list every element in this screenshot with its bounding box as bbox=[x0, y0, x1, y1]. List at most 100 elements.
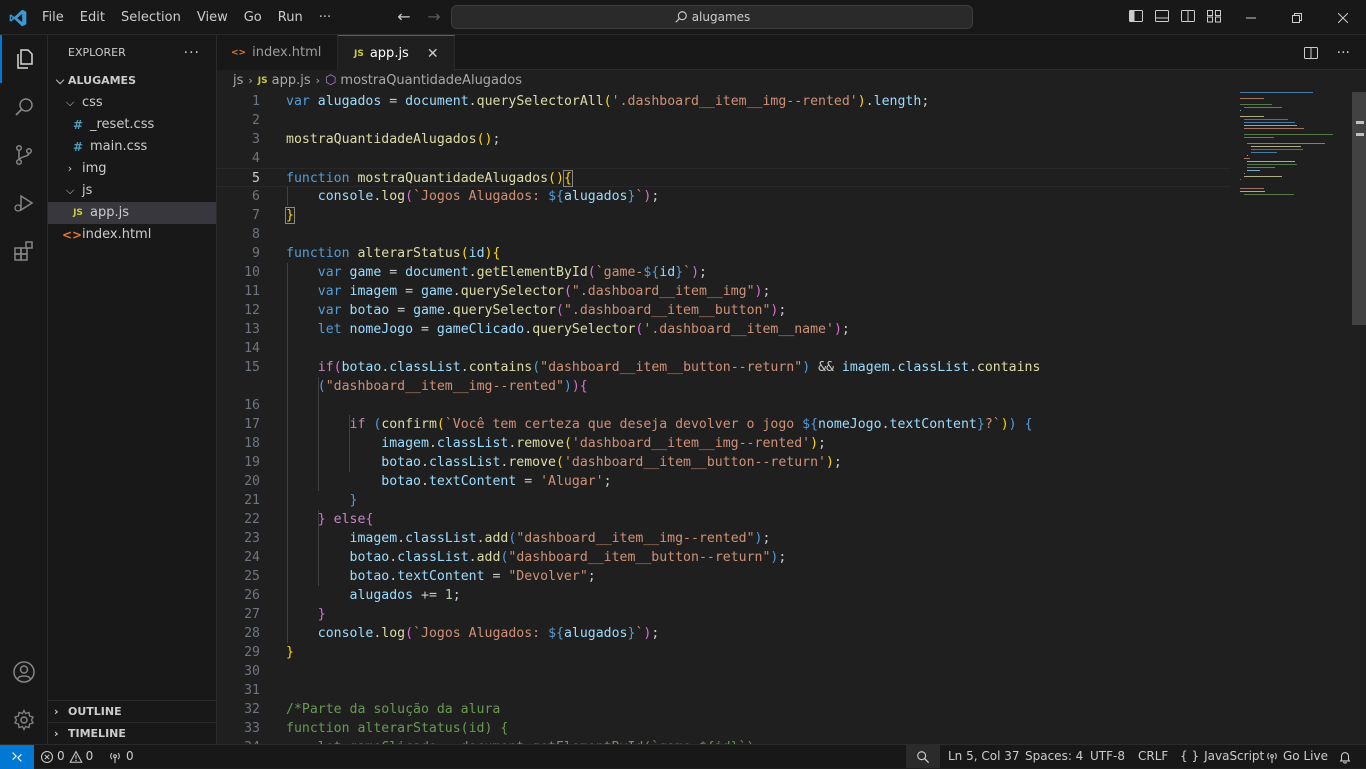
timeline-section[interactable]: › TIMELINE bbox=[48, 722, 217, 745]
minimap-line bbox=[1243, 125, 1297, 126]
breadcrumb-symbol[interactable]: mostraQuantidadeAlugados bbox=[340, 70, 522, 92]
scrollbar-thumb[interactable] bbox=[1352, 92, 1366, 325]
code-editor[interactable]: 1 var alugados = document.querySelectorAl… bbox=[217, 92, 1230, 744]
menu-view[interactable]: View bbox=[189, 0, 236, 35]
menu-more[interactable]: ··· bbox=[311, 0, 339, 35]
breadcrumb-folder[interactable]: js bbox=[233, 70, 243, 92]
toggle-primary-sidebar-icon[interactable] bbox=[1128, 8, 1144, 24]
tree-file-index-html[interactable]: <> index.html bbox=[48, 224, 216, 246]
zoom-indicator[interactable] bbox=[906, 745, 940, 768]
accounts-activity[interactable] bbox=[0, 648, 48, 696]
menu-edit[interactable]: Edit bbox=[72, 0, 113, 35]
customize-layout-icon[interactable] bbox=[1206, 8, 1222, 24]
code-line[interactable]: 5 function mostraQuantidadeAlugados(){ bbox=[217, 168, 1230, 187]
toggle-panel-icon[interactable] bbox=[1154, 8, 1170, 24]
code-line[interactable]: 8 bbox=[217, 225, 1230, 244]
tree-folder-css[interactable]: ⌵ css bbox=[48, 92, 216, 114]
explorer-activity[interactable] bbox=[0, 35, 48, 83]
split-editor-icon[interactable] bbox=[1303, 45, 1319, 61]
encoding[interactable]: UTF-8 bbox=[1090, 745, 1125, 768]
code-line[interactable]: 24 botao.classList.add("dashboard__item_… bbox=[217, 548, 1230, 567]
code-line[interactable]: 30 bbox=[217, 662, 1230, 681]
menu-go[interactable]: Go bbox=[236, 0, 270, 35]
code-line[interactable]: 23 imagem.classList.add("dashboard__item… bbox=[217, 529, 1230, 548]
close-tab-icon[interactable]: ✕ bbox=[427, 46, 439, 62]
restore-button[interactable] bbox=[1274, 0, 1320, 35]
code-line[interactable]: 32 /*Parte da solução da alura bbox=[217, 700, 1230, 719]
ports-indicator[interactable]: 0 bbox=[108, 745, 134, 768]
line-number: 10 bbox=[244, 265, 260, 280]
menu-selection[interactable]: Selection bbox=[113, 0, 189, 35]
problems-indicator[interactable]: 0 0 bbox=[40, 745, 93, 768]
code-line[interactable]: 17 if (confirm(`Você tem certeza que des… bbox=[217, 415, 1230, 434]
search-activity[interactable] bbox=[0, 83, 48, 131]
code-line[interactable]: 15 if(botao.classList.contains("dashboar… bbox=[217, 358, 1230, 377]
code-line[interactable]: 29} bbox=[217, 643, 1230, 662]
source-control-activity[interactable] bbox=[0, 131, 48, 179]
code-line[interactable]: 25 botao.textContent = "Devolver"; bbox=[217, 567, 1230, 586]
tree-file-reset-css[interactable]: # _reset.css bbox=[48, 114, 216, 136]
code-line[interactable]: 27 } bbox=[217, 605, 1230, 624]
cursor-position[interactable]: Ln 5, Col 37 bbox=[948, 745, 1020, 768]
end-of-line[interactable]: CRLF bbox=[1138, 745, 1168, 768]
remote-indicator[interactable] bbox=[0, 745, 34, 769]
indentation[interactable]: Spaces: 4 bbox=[1025, 745, 1083, 768]
code-line[interactable]: 12 var botao = game.querySelector(".dash… bbox=[217, 301, 1230, 320]
run-debug-activity[interactable] bbox=[0, 179, 48, 227]
code-line[interactable]: 18 imagem.classList.remove('dashboard__i… bbox=[217, 434, 1230, 453]
code-line[interactable]: 22 } else{ bbox=[217, 510, 1230, 529]
code-line[interactable]: 10 var game = document.getElementById(`g… bbox=[217, 263, 1230, 282]
line-number: 16 bbox=[244, 398, 260, 413]
code-line[interactable]: 4 bbox=[217, 149, 1230, 168]
code-line[interactable]: 19 botao.classList.remove('dashboard__it… bbox=[217, 453, 1230, 472]
code-line[interactable]: 3 mostraQuantidadeAlugados(); bbox=[217, 130, 1230, 149]
broadcast-icon bbox=[1267, 752, 1277, 763]
code-line[interactable]: 33 function alterarStatus(id) { bbox=[217, 719, 1230, 738]
tree-item-label: main.css bbox=[90, 139, 148, 154]
code-line[interactable]: ("dashboard__item__img--rented")){ bbox=[217, 377, 1230, 396]
tree-file-app-js[interactable]: JS app.js bbox=[48, 202, 216, 224]
code-line[interactable]: 28 console.log(`Jogos Alugados: ${alugad… bbox=[217, 624, 1230, 643]
title-bar: File Edit Selection View Go Run ··· ← → … bbox=[0, 0, 1366, 35]
outline-section[interactable]: › OUTLINE bbox=[48, 700, 217, 723]
code-text: if(botao.classList.contains("dashboard__… bbox=[317, 360, 1041, 375]
tree-folder-js[interactable]: ⌵ js bbox=[48, 180, 216, 202]
notifications-button[interactable] bbox=[1338, 745, 1352, 768]
workspace-root[interactable]: ⌵ ALUGAMES bbox=[48, 70, 216, 92]
code-line[interactable]: 11 var imagem = game.querySelector(".das… bbox=[217, 282, 1230, 301]
tab-index-html[interactable]: <> index.html bbox=[217, 35, 338, 70]
language-mode[interactable]: { } JavaScript bbox=[1180, 745, 1264, 768]
breadcrumb-file[interactable]: app.js bbox=[272, 70, 311, 92]
code-line[interactable]: 6 console.log(`Jogos Alugados: ${alugado… bbox=[217, 187, 1230, 206]
extensions-activity[interactable] bbox=[0, 227, 48, 275]
tree-file-main-css[interactable]: # main.css bbox=[48, 136, 216, 158]
manage-activity[interactable] bbox=[0, 696, 48, 744]
tab-app-js[interactable]: JS app.js ✕ bbox=[338, 35, 455, 71]
minimize-button[interactable] bbox=[1228, 0, 1274, 35]
code-line[interactable]: 20 botao.textContent = 'Alugar'; bbox=[217, 472, 1230, 491]
code-line[interactable]: 31 bbox=[217, 681, 1230, 700]
forward-arrow-icon[interactable]: → bbox=[425, 8, 443, 26]
code-line[interactable]: 9 function alterarStatus(id){ bbox=[217, 244, 1230, 263]
menu-file[interactable]: File bbox=[34, 0, 72, 35]
more-actions-icon[interactable]: ··· bbox=[184, 45, 200, 61]
code-line[interactable]: 14 bbox=[217, 339, 1230, 358]
command-center-search[interactable]: alugames bbox=[451, 5, 973, 29]
minimap[interactable] bbox=[1236, 92, 1352, 222]
code-line[interactable]: 1 var alugados = document.querySelectorAl… bbox=[217, 92, 1230, 111]
code-line[interactable]: 26 alugados += 1; bbox=[217, 586, 1230, 605]
code-line[interactable]: 2 bbox=[217, 111, 1230, 130]
tree-folder-img[interactable]: › img bbox=[48, 158, 216, 180]
go-live-button[interactable]: Go Live bbox=[1265, 745, 1328, 768]
code-line[interactable]: 13 let nomeJogo = gameClicado.querySelec… bbox=[217, 320, 1230, 339]
more-actions-icon[interactable]: ··· bbox=[1337, 45, 1350, 61]
close-window-button[interactable] bbox=[1320, 0, 1366, 35]
back-arrow-icon[interactable]: ← bbox=[395, 8, 413, 26]
css-file-icon: # bbox=[72, 140, 84, 154]
toggle-secondary-sidebar-icon[interactable] bbox=[1180, 8, 1196, 24]
menu-run[interactable]: Run bbox=[270, 0, 311, 35]
editor-scrollbar[interactable] bbox=[1352, 92, 1366, 744]
code-line[interactable]: 21 } bbox=[217, 491, 1230, 510]
code-line[interactable]: 7} bbox=[217, 206, 1230, 225]
code-line[interactable]: 16 bbox=[217, 396, 1230, 415]
